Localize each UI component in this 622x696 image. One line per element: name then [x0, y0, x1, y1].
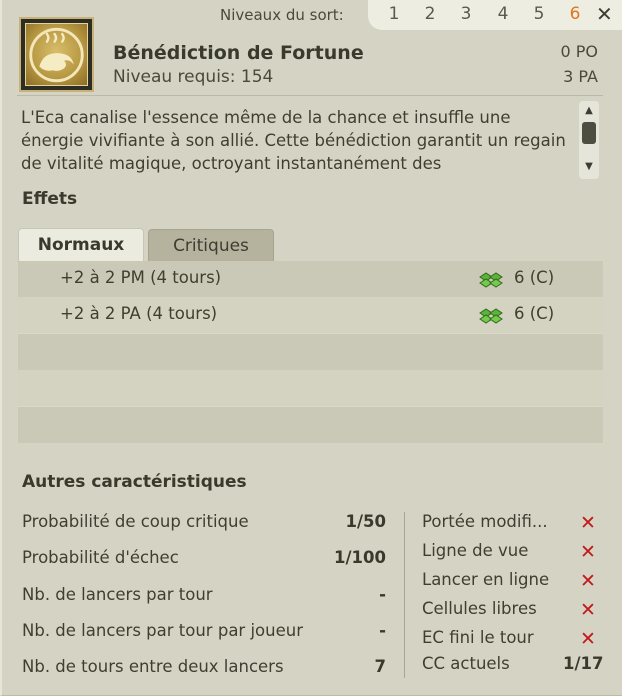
scroll-thumb[interactable]: [582, 122, 596, 144]
stat-value: 7: [374, 657, 386, 676]
levels-tabs: 1 2 3 4 5 6 ✕: [368, 0, 622, 30]
level-2-tab[interactable]: 2: [420, 4, 440, 24]
flag-label: Portée modifi...: [422, 512, 548, 531]
cross-icon: ✕: [580, 599, 596, 621]
tab-normal[interactable]: Normaux: [18, 228, 144, 262]
column-divider: [404, 512, 405, 678]
fortune-blessing-icon: [25, 23, 88, 86]
effect-row: +2 à 2 PM (4 tours) 6 (C): [18, 261, 603, 297]
scroll-up-arrow-icon[interactable]: ▲: [579, 105, 599, 116]
cross-icon: ✕: [580, 570, 596, 592]
effect-value: 6 (C): [514, 268, 555, 287]
effect-text: +2 à 2 PA (4 tours): [60, 304, 218, 323]
effect-row: +2 à 2 PA (4 tours) 6 (C): [18, 297, 603, 333]
stat-casts-per-turn-per-player: Nb. de lancers par tour par joueur -: [22, 621, 386, 640]
stat-label: Probabilité d'échec: [22, 548, 179, 567]
stat-value: 1/50: [345, 512, 386, 531]
spell-pa: 3 PA: [563, 67, 598, 86]
flag-label: CC actuels: [422, 654, 510, 673]
effect-row-empty: [18, 334, 603, 370]
cross-icon: ✕: [580, 512, 596, 534]
scroll-down-arrow-icon[interactable]: ▼: [579, 161, 599, 172]
stat-fail-probability: Probabilité d'échec 1/100: [22, 548, 386, 567]
flag-label: Lancer en ligne: [422, 570, 550, 589]
stat-value: 1/100: [334, 548, 386, 567]
stat-value: -: [379, 621, 386, 640]
stat-turns-between-casts: Nb. de tours entre deux lancers 7: [22, 657, 386, 676]
spell-po: 0 PO: [560, 42, 598, 61]
effects-table: +2 à 2 PM (4 tours) 6 (C) +2 à 2 PA (4 t…: [18, 261, 603, 443]
effects-title: Effets: [22, 189, 78, 209]
levels-bar: Niveaux du sort: 1 2 3 4 5 6 ✕: [2, 0, 622, 30]
effect-text: +2 à 2 PM (4 tours): [60, 268, 222, 287]
flag-label: Cellules libres: [422, 599, 537, 618]
level-4-tab[interactable]: 4: [493, 4, 513, 24]
spell-panel: Niveaux du sort: 1 2 3 4 5 6 ✕ Bénédicti…: [0, 0, 622, 696]
level-6-tab[interactable]: 6: [565, 4, 585, 24]
stat-critical-probability: Probabilité de coup critique 1/50: [22, 512, 386, 531]
stat-label: Nb. de tours entre deux lancers: [22, 657, 284, 676]
close-icon[interactable]: ✕: [596, 2, 613, 26]
cross-icon: ✕: [580, 541, 596, 563]
cross-icon: ✕: [580, 628, 596, 650]
level-5-tab[interactable]: 5: [529, 4, 549, 24]
other-characteristics-title: Autres caractéristiques: [22, 472, 247, 492]
description-scrollbar[interactable]: ▲ ▼: [579, 101, 599, 179]
flag-current-cc: CC actuels 1/17: [422, 654, 604, 673]
flag-cast-in-line: Lancer en ligne ✕: [422, 570, 602, 592]
flag-label: Ligne de vue: [422, 541, 529, 560]
flag-value: 1/17: [563, 654, 604, 673]
spell-icon-frame: [19, 17, 94, 92]
flag-line-of-sight: Ligne de vue ✕: [422, 541, 602, 563]
stat-casts-per-turn: Nb. de lancers par tour -: [22, 585, 386, 604]
stat-value: -: [379, 585, 386, 604]
effect-row-empty: [18, 407, 603, 443]
flag-free-cells: Cellules libres ✕: [422, 599, 602, 621]
tab-critical[interactable]: Critiques: [148, 229, 274, 263]
level-3-tab[interactable]: 3: [456, 4, 476, 24]
levels-label: Niveaux du sort:: [220, 6, 344, 24]
spell-required-level: Niveau requis: 154: [113, 67, 274, 87]
effect-row-empty: [18, 370, 603, 406]
duration-icon: [479, 308, 503, 324]
stat-label: Nb. de lancers par tour par joueur: [22, 621, 303, 640]
stat-label: Nb. de lancers par tour: [22, 585, 213, 604]
level-1-tab[interactable]: 1: [384, 4, 404, 24]
spell-name: Bénédiction de Fortune: [113, 42, 364, 64]
flag-label: EC fini le tour: [422, 628, 534, 647]
flag-ec-ends-turn: EC fini le tour ✕: [422, 628, 602, 650]
spell-description: L'Eca canalise l'essence même de la chan…: [17, 95, 603, 181]
stat-label: Probabilité de coup critique: [22, 512, 249, 531]
flag-modifiable-range: Portée modifi... ✕: [422, 512, 602, 534]
effect-value: 6 (C): [514, 304, 555, 323]
duration-icon: [479, 272, 503, 288]
